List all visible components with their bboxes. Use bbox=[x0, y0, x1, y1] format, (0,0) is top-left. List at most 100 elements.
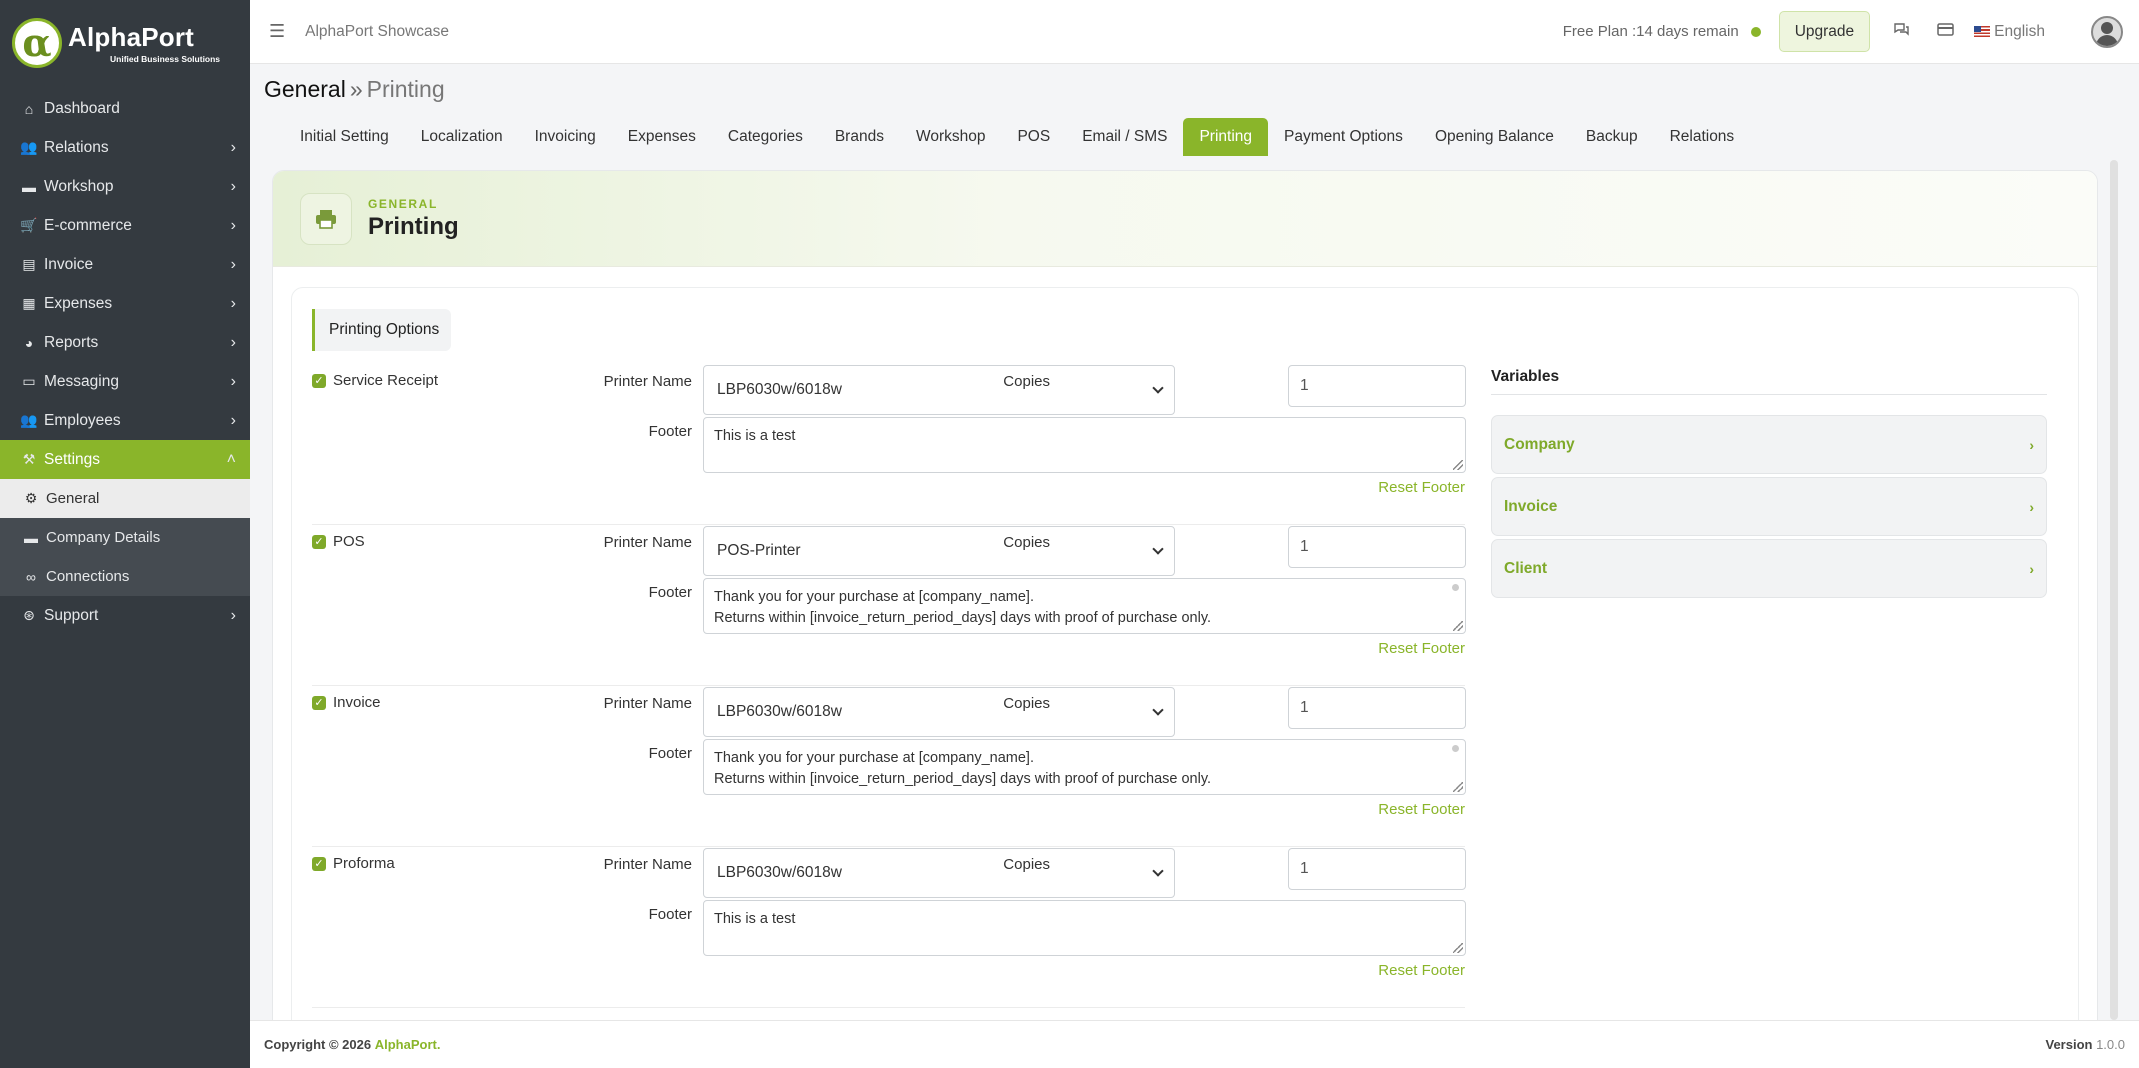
sidebar-item-employees[interactable]: 👥 Employees › bbox=[0, 401, 250, 440]
tab-relations[interactable]: Relations bbox=[1654, 118, 1751, 156]
language-selector[interactable]: English bbox=[1974, 23, 2045, 41]
variable-group-invoice[interactable]: Invoice › bbox=[1491, 477, 2047, 536]
sidebar-item-e-commerce[interactable]: 🛒 E-commerce › bbox=[0, 206, 250, 245]
tab-workshop[interactable]: Workshop bbox=[900, 118, 1002, 156]
tab-initial-setting[interactable]: Initial Setting bbox=[284, 118, 405, 156]
resize-handle-icon[interactable] bbox=[1453, 782, 1463, 792]
textarea-scrollbar[interactable] bbox=[1452, 584, 1459, 591]
print-option-name: Invoice bbox=[333, 694, 381, 711]
resize-handle-icon[interactable] bbox=[1453, 943, 1463, 953]
textarea-scrollbar[interactable] bbox=[1452, 745, 1459, 752]
sidebar-item-label: Workshop bbox=[44, 177, 114, 195]
footer-brand-link[interactable]: AlphaPort. bbox=[375, 1037, 441, 1052]
sidebar-item-reports[interactable]: ◕ Reports › bbox=[0, 323, 250, 362]
tab-expenses[interactable]: Expenses bbox=[612, 118, 712, 156]
sidebar-item-settings[interactable]: ⚒ Settings ˄ bbox=[0, 440, 250, 479]
briefcase-icon: ▬ bbox=[22, 178, 36, 195]
page-footer: Copyright © 2026 AlphaPort. Version 1.0.… bbox=[250, 1020, 2139, 1068]
sidebar-item-messaging[interactable]: ▭ Messaging › bbox=[0, 362, 250, 401]
tab-backup[interactable]: Backup bbox=[1570, 118, 1654, 156]
tab-pos[interactable]: POS bbox=[1001, 118, 1066, 156]
sidebar-item-workshop[interactable]: ▬ Workshop › bbox=[0, 167, 250, 206]
sidebar-nav: ⌂ Dashboard 👥 Relations › ▬ Workshop › 🛒 E-commer… bbox=[0, 89, 250, 479]
resize-handle-icon[interactable] bbox=[1453, 621, 1463, 631]
menu-toggle-icon[interactable]: ☰ bbox=[269, 21, 285, 42]
sidebar-item-support[interactable]: ⊛ Support › bbox=[0, 596, 250, 635]
sidebar-item-relations[interactable]: 👥 Relations › bbox=[0, 128, 250, 167]
footer-textarea[interactable]: This is a test bbox=[703, 900, 1466, 956]
tab-brands[interactable]: Brands bbox=[819, 118, 900, 156]
reset-footer-link[interactable]: Reset Footer bbox=[1378, 479, 1465, 496]
tab-localization[interactable]: Localization bbox=[405, 118, 519, 156]
printer-select[interactable]: LBP6030w/6018w bbox=[703, 848, 1175, 898]
chevron-down-icon bbox=[1152, 382, 1164, 394]
sidebar: α AlphaPort Unified Business Solutions ⌂… bbox=[0, 0, 250, 1068]
checkbox-checked-icon[interactable]: ✓ bbox=[312, 373, 326, 388]
people-icon: 👥 bbox=[20, 412, 38, 428]
user-icon bbox=[2101, 21, 2113, 34]
variables-title: Variables bbox=[1491, 368, 2047, 395]
printer-select-value: LBP6030w/6018w bbox=[717, 381, 842, 398]
variable-group-client[interactable]: Client › bbox=[1491, 539, 2047, 598]
tab-printing[interactable]: Printing bbox=[1183, 118, 1269, 156]
reset-footer-link[interactable]: Reset Footer bbox=[1378, 640, 1465, 657]
reset-footer-link[interactable]: Reset Footer bbox=[1378, 801, 1465, 818]
chat-icon[interactable] bbox=[1888, 22, 1914, 42]
tab-categories[interactable]: Categories bbox=[712, 118, 819, 156]
copies-input[interactable]: 1 bbox=[1288, 848, 1466, 890]
sidebar-item-invoice[interactable]: ▤ Invoice › bbox=[0, 245, 250, 284]
chevron-right-icon: › bbox=[230, 411, 236, 429]
print-option-name: Proforma bbox=[333, 855, 395, 872]
reset-footer-link[interactable]: Reset Footer bbox=[1378, 962, 1465, 979]
tab-opening-balance[interactable]: Opening Balance bbox=[1419, 118, 1570, 156]
chevron-right-icon: › bbox=[230, 216, 236, 234]
avatar[interactable] bbox=[2091, 15, 2123, 48]
copies-input[interactable]: 1 bbox=[1288, 687, 1466, 729]
checkbox-checked-icon[interactable]: ✓ bbox=[312, 534, 326, 549]
variable-group-label: Invoice bbox=[1504, 497, 1558, 515]
print-option-pos-toggle[interactable]: ✓ POS bbox=[312, 533, 365, 550]
upgrade-button[interactable]: Upgrade bbox=[1778, 11, 1871, 52]
breadcrumb-parent[interactable]: General bbox=[264, 76, 346, 102]
copies-label: Copies bbox=[1003, 856, 1050, 873]
print-option-invoice-toggle[interactable]: ✓ Invoice bbox=[312, 694, 381, 711]
tab-invoicing[interactable]: Invoicing bbox=[519, 118, 612, 156]
tab-email-sms[interactable]: Email / SMS bbox=[1066, 118, 1183, 156]
copies-label: Copies bbox=[1003, 373, 1050, 390]
tab-payment-options[interactable]: Payment Options bbox=[1268, 118, 1419, 156]
brand-logo[interactable]: α AlphaPort Unified Business Solutions bbox=[0, 0, 250, 86]
variable-group-label: Company bbox=[1504, 435, 1575, 453]
printer-select[interactable]: LBP6030w/6018w bbox=[703, 365, 1175, 415]
printer-select[interactable]: LBP6030w/6018w bbox=[703, 687, 1175, 737]
checkbox-checked-icon[interactable]: ✓ bbox=[312, 695, 326, 710]
sidebar-item-connections[interactable]: ∞ Connections bbox=[0, 557, 250, 596]
copies-input[interactable]: 1 bbox=[1288, 365, 1466, 407]
checkbox-checked-icon[interactable]: ✓ bbox=[312, 856, 326, 871]
footer-textarea[interactable]: This is a test bbox=[703, 417, 1466, 473]
page-scrollbar[interactable] bbox=[2110, 160, 2118, 1020]
print-option-service-receipt-toggle[interactable]: ✓ Service Receipt bbox=[312, 372, 438, 389]
money-icon: ▦ bbox=[22, 295, 36, 311]
printer-select-value: POS-Printer bbox=[717, 542, 801, 559]
copies-input[interactable]: 1 bbox=[1288, 526, 1466, 568]
chevron-right-icon: › bbox=[2029, 498, 2034, 515]
sidebar-item-dashboard[interactable]: ⌂ Dashboard bbox=[0, 89, 250, 128]
resize-handle-icon[interactable] bbox=[1453, 460, 1463, 470]
print-option-name: Service Receipt bbox=[333, 372, 439, 389]
card-icon[interactable] bbox=[1932, 22, 1958, 41]
sidebar-item-company-details[interactable]: ▬ Company Details bbox=[0, 518, 250, 557]
link-icon: ∞ bbox=[26, 568, 36, 585]
footer-textarea[interactable]: Thank you for your purchase at [company_… bbox=[703, 739, 1466, 795]
sidebar-item-expenses[interactable]: ▦ Expenses › bbox=[0, 284, 250, 323]
sidebar-item-general[interactable]: ⚙ General bbox=[0, 479, 250, 518]
variable-group-company[interactable]: Company › bbox=[1491, 415, 2047, 474]
footer-label: Footer bbox=[648, 584, 692, 601]
breadcrumb-separator: » bbox=[349, 76, 363, 102]
footer-textarea[interactable]: Thank you for your purchase at [company_… bbox=[703, 578, 1466, 634]
sidebar-item-label: General bbox=[46, 490, 100, 507]
settings-subnav: ⚙ General ▬ Company Details ∞ Connections bbox=[0, 479, 250, 596]
briefcase-icon: ▬ bbox=[24, 529, 38, 546]
printer-select[interactable]: POS-Printer bbox=[703, 526, 1175, 576]
copyright-text: Copyright © 2026 bbox=[264, 1037, 372, 1052]
print-option-proforma-toggle[interactable]: ✓ Proforma bbox=[312, 855, 395, 872]
